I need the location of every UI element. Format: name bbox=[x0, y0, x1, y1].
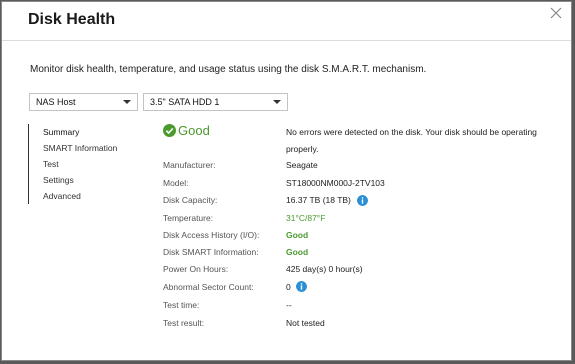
disk-select-value: 3.5" SATA HDD 1 bbox=[150, 97, 220, 107]
info-icon[interactable] bbox=[357, 195, 368, 206]
dialog-titlebar: Disk Health bbox=[2, 2, 571, 41]
smart-information-label: Disk SMART Information: bbox=[163, 247, 259, 257]
dialog-description: Monitor disk health, temperature, and us… bbox=[30, 64, 427, 75]
health-status: Good bbox=[163, 123, 210, 138]
test-time-label: Test time: bbox=[163, 300, 200, 310]
power-on-hours-label: Power On Hours: bbox=[163, 264, 229, 274]
nav-item-settings[interactable]: Settings bbox=[29, 172, 117, 188]
access-history-label: Disk Access History (I/O): bbox=[163, 230, 260, 240]
disk-select[interactable]: 3.5" SATA HDD 1 bbox=[143, 93, 288, 111]
host-select[interactable]: NAS Host bbox=[29, 93, 138, 111]
manufacturer-label: Manufacturer: bbox=[163, 160, 216, 170]
smart-information-value: Good bbox=[286, 247, 309, 257]
health-status-text: Good bbox=[178, 123, 210, 138]
side-nav: Summary SMART Information Test Settings … bbox=[28, 124, 117, 204]
test-time-value: -- bbox=[286, 300, 292, 310]
model-label: Model: bbox=[163, 178, 189, 188]
test-result-label: Test result: bbox=[163, 318, 205, 328]
dialog-title: Disk Health bbox=[28, 11, 116, 28]
access-history-value: Good bbox=[286, 230, 309, 240]
test-result-value: Not tested bbox=[286, 318, 325, 328]
abnormal-sector-label: Abnormal Sector Count: bbox=[163, 282, 254, 292]
disk-capacity-value: 16.37 TB (18 TB) bbox=[286, 195, 351, 205]
model-value: ST18000NM000J-2TV103 bbox=[286, 178, 385, 188]
disk-health-dialog: Disk Health Monitor disk health, tempera… bbox=[1, 1, 572, 361]
health-status-message: No errors were detected on the disk. You… bbox=[286, 127, 537, 154]
disk-capacity-label: Disk Capacity: bbox=[163, 195, 218, 205]
temperature-label: Temperature: bbox=[163, 213, 214, 223]
abnormal-sector-value: 0 bbox=[286, 282, 291, 292]
check-circle-icon bbox=[163, 124, 176, 137]
nav-item-advanced[interactable]: Advanced bbox=[29, 188, 117, 204]
host-select-value: NAS Host bbox=[36, 97, 76, 107]
temperature-value: 31°C/87°F bbox=[286, 213, 326, 223]
chevron-down-icon bbox=[273, 100, 281, 104]
nav-item-test[interactable]: Test bbox=[29, 156, 117, 172]
chevron-down-icon bbox=[123, 100, 131, 104]
manufacturer-value: Seagate bbox=[286, 160, 318, 170]
info-icon[interactable] bbox=[296, 281, 307, 292]
nav-item-summary[interactable]: Summary bbox=[29, 124, 117, 140]
nav-item-smart-information[interactable]: SMART Information bbox=[29, 140, 117, 156]
close-icon[interactable] bbox=[549, 6, 563, 20]
power-on-hours-value: 425 day(s) 0 hour(s) bbox=[286, 264, 363, 274]
